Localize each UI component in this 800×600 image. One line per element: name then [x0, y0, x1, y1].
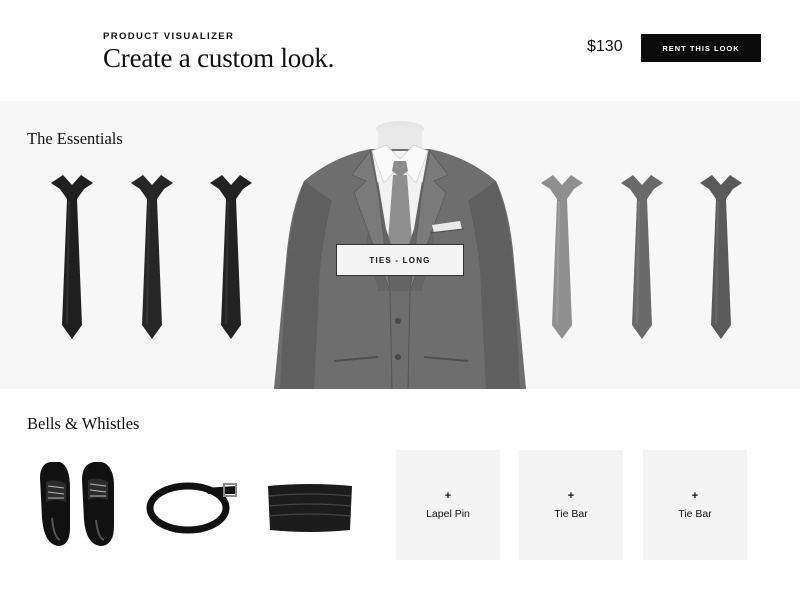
cummerbund-icon[interactable]	[266, 482, 354, 534]
page-eyebrow: PRODUCT VISUALIZER	[103, 31, 235, 42]
grey-tie-icon[interactable]	[619, 175, 665, 339]
essentials-title: The Essentials	[27, 129, 123, 148]
plus-icon: +	[691, 489, 699, 502]
plus-icon: +	[444, 489, 452, 502]
black-tie-icon[interactable]	[49, 175, 95, 339]
essentials-section: The Essentials TIES - LONG	[0, 101, 800, 389]
charcoal-tie-icon[interactable]	[698, 175, 744, 339]
add-lapel-pin-tile[interactable]: + Lapel Pin	[396, 450, 500, 560]
add-tie-bar-tile[interactable]: + Tie Bar	[519, 450, 623, 560]
page-title: Create a custom look.	[103, 43, 335, 73]
black-tie-icon[interactable]	[208, 175, 254, 339]
plus-icon: +	[567, 489, 575, 502]
rent-this-look-button[interactable]: RENT THIS LOOK	[641, 34, 761, 62]
bells-title: Bells & Whistles	[27, 414, 140, 433]
tile-label: Tie Bar	[678, 507, 712, 520]
add-tie-bar-tile[interactable]: + Tie Bar	[643, 450, 747, 560]
tile-label: Lapel Pin	[426, 507, 470, 520]
dress-shoes-icon[interactable]	[36, 458, 120, 550]
belt-icon[interactable]	[144, 478, 240, 536]
price-label: $130	[587, 38, 623, 55]
tile-label: Tie Bar	[554, 507, 588, 520]
silver-tie-icon[interactable]	[539, 175, 585, 339]
selected-option-label[interactable]: TIES - LONG	[336, 244, 464, 276]
black-tie-icon[interactable]	[129, 175, 175, 339]
